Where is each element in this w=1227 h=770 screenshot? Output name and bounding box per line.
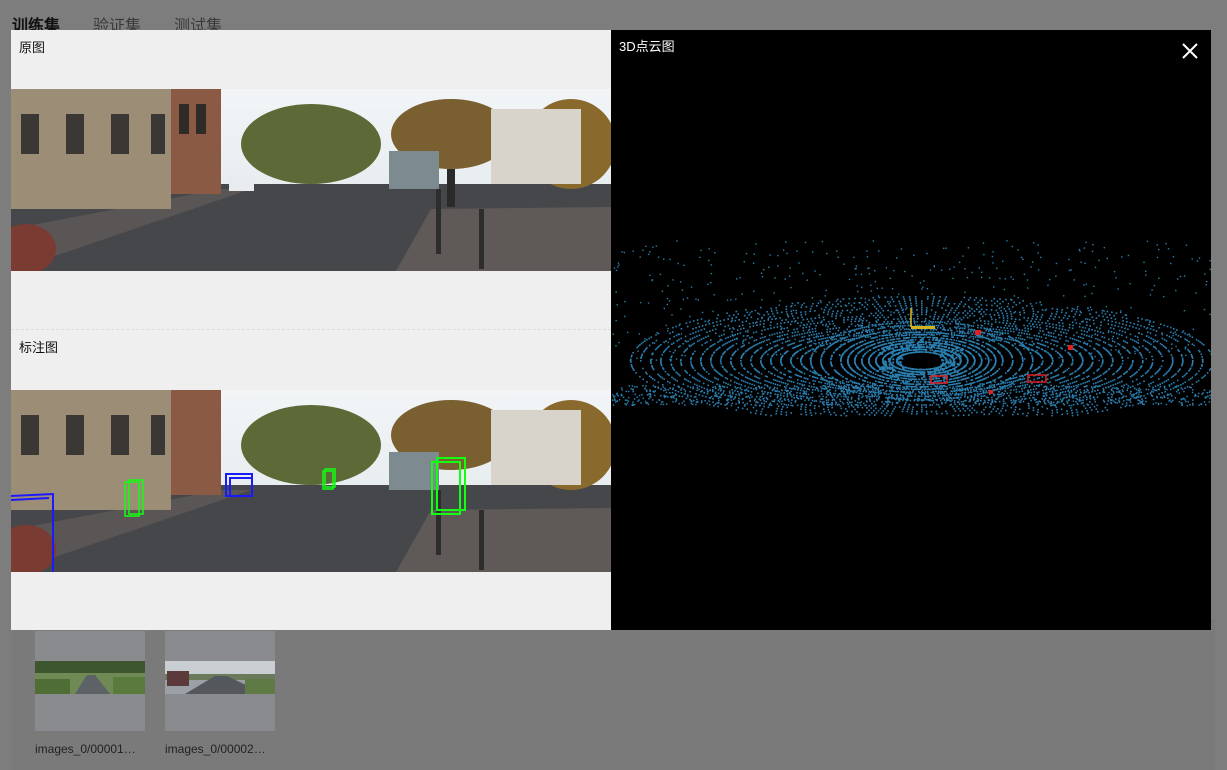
original-image <box>11 89 611 271</box>
object-box-pc <box>989 390 993 394</box>
image-thumbnail[interactable] <box>35 631 145 731</box>
annotated-image-title: 标注图 <box>19 340 59 355</box>
object-box-pc <box>975 330 981 335</box>
image-card[interactable]: images_0/00002… <box>165 631 275 756</box>
preview-modal: 原图 标注图 3D点云图 <box>11 30 1211 630</box>
pointcloud-panel[interactable]: 3D点云图 <box>611 30 1211 630</box>
annotated-image <box>11 390 611 572</box>
road-truck-thumbnail-icon <box>165 661 275 694</box>
close-icon[interactable] <box>1179 40 1201 62</box>
image-preview-panel: 原图 标注图 <box>11 30 611 630</box>
original-image-title: 原图 <box>19 40 46 55</box>
image-card[interactable]: images_0/00001… <box>35 631 145 756</box>
ego-vehicle-marker <box>911 326 935 329</box>
object-box-pc <box>1068 345 1073 350</box>
image-filename: images_0/00001… <box>35 742 136 756</box>
image-thumbnail[interactable] <box>165 631 275 731</box>
road-forest-thumbnail-icon <box>35 661 145 694</box>
section-divider <box>11 329 611 330</box>
pointcloud-canvas[interactable] <box>611 30 1211 630</box>
image-filename: images_0/00002… <box>165 742 266 756</box>
